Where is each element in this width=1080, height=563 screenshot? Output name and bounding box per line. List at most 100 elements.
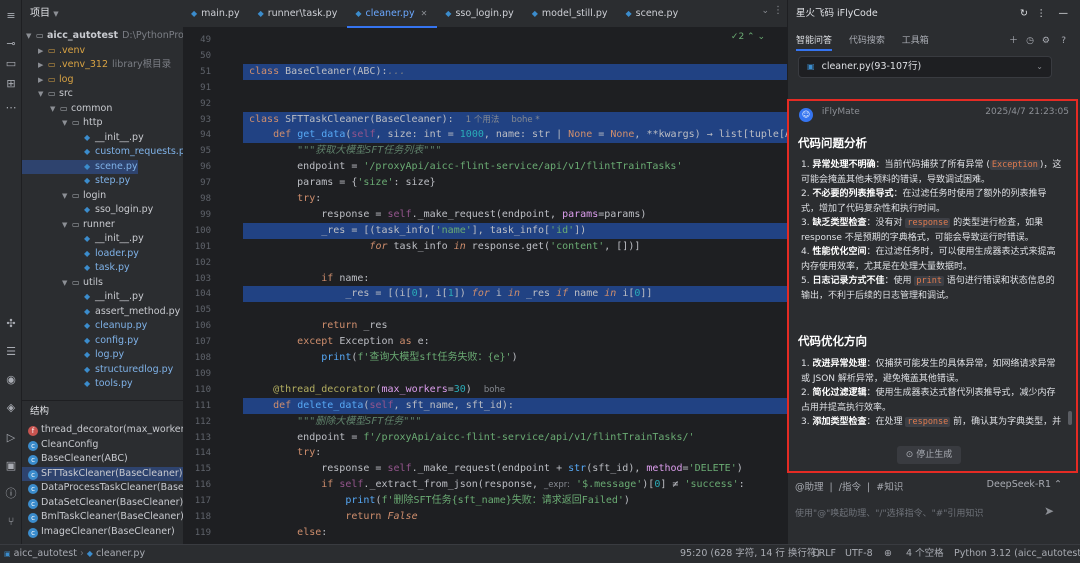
tree-item[interactable]: ◆ custom_requests.p <box>22 145 183 160</box>
editor-tab[interactable]: ◆ cleaner.py ✕ <box>347 0 438 28</box>
line-number: 49 <box>200 35 211 45</box>
list-number: 2. <box>801 189 813 199</box>
tree-item[interactable]: ▼ ▭ runner <box>22 218 115 233</box>
structure-item[interactable]: c CleanConfig <box>22 438 183 453</box>
editor-tab-label: model_still.py <box>541 8 608 19</box>
send-icon[interactable]: ➤ <box>1044 504 1054 518</box>
project-header[interactable]: 项目 ▼ <box>22 0 183 28</box>
refresh-icon[interactable]: ↻ <box>1020 0 1028 28</box>
tree-item[interactable]: ◆ tools.py <box>22 377 133 392</box>
item-title: 异常处理不明确 <box>812 160 876 170</box>
structure-item[interactable]: c SFTTaskCleaner(BaseCleaner) <box>22 466 183 481</box>
tree-item[interactable]: ▼ ▭ http <box>22 116 103 131</box>
tree-item[interactable]: ▼ ▭ src <box>22 87 73 102</box>
tag-knowledge[interactable]: #知识 <box>876 482 903 493</box>
structure-item[interactable]: c DataProcessTaskCleaner(BaseC <box>22 481 183 496</box>
status-breadcrumb[interactable]: ▣ aicc_autotest › ◆ cleaner.py <box>4 545 145 563</box>
tree-item[interactable]: ▶ ▭ .venv_312 library根目录 <box>22 58 171 73</box>
tree-item[interactable]: ▼ ▭ login <box>22 189 106 204</box>
code-line: params = {'size': size} <box>249 177 436 189</box>
options-icon[interactable]: ⋮ <box>1037 0 1047 28</box>
help-icon[interactable]: ? <box>1061 28 1066 54</box>
tree-item[interactable]: ▼ ▭ common <box>22 102 112 117</box>
tab-code-search[interactable]: 代码搜索 <box>849 36 885 46</box>
tree-item[interactable]: ◆ sso_login.py <box>22 203 153 218</box>
tree-item[interactable]: ◆ assert_method.py <box>22 305 180 320</box>
minimize-icon[interactable]: — <box>1059 0 1069 28</box>
structure-item[interactable]: c ImageCleaner(BaseCleaner) <box>22 525 183 540</box>
chat-input[interactable]: 使用"@"唤起助理、"/"选择指令、"#"引用知识 <box>795 506 1045 519</box>
line-number: 107 <box>194 337 211 348</box>
structure-item[interactable]: c DataSetCleaner(BaseCleaner) <box>22 496 183 511</box>
context-file-selector[interactable]: ▣ cleaner.py(93-107行) ⌄ <box>798 56 1052 78</box>
menu-icon[interactable]: ≡ <box>3 8 19 24</box>
tab-overflow-icon[interactable]: ⌄ <box>761 6 769 16</box>
line-number: 108 <box>194 353 211 363</box>
indent-setting[interactable]: 4 个空格 <box>906 545 944 563</box>
tree-item[interactable]: ◆ config.py <box>22 334 139 349</box>
structure-item[interactable]: f thread_decorator(max_worker <box>22 423 183 438</box>
run-icon[interactable]: ▷ <box>3 430 19 446</box>
tree-item[interactable]: ◆ cleanup.py <box>22 319 147 334</box>
editor-tab[interactable]: ◆ runner\task.py <box>250 0 348 28</box>
line-number: 92 <box>200 98 211 109</box>
tree-item[interactable]: ◆ task.py <box>22 261 130 276</box>
editor-tab[interactable]: ◆ model_still.py <box>524 0 618 28</box>
model-selector[interactable]: DeepSeek-R1 ⌃ <box>987 479 1062 490</box>
editor-tab[interactable]: ◆ main.py <box>183 0 250 28</box>
structure-item[interactable]: c BaseCleaner(ABC) <box>22 452 183 467</box>
line-separator[interactable]: CRLF <box>812 545 836 563</box>
python-icon[interactable]: ◉ <box>3 372 19 388</box>
cursor-position[interactable]: 95:20 (628 字符, 14 行 换行符) <box>680 545 820 563</box>
tree-item-path: D:\PythonProje <box>122 30 183 41</box>
stop-generate-button[interactable]: ⊙ 停止生成 <box>897 446 961 464</box>
structure-icon[interactable]: ⊞ <box>3 76 19 92</box>
chevron-down-icon: ⌄ <box>1036 62 1043 71</box>
file-encoding[interactable]: UTF-8 <box>845 545 873 563</box>
terminal-icon[interactable]: ▣ <box>3 458 19 474</box>
tag-assistant[interactable]: @助理 <box>795 482 824 493</box>
editor-tab[interactable]: ◆ sso_login.py <box>437 0 523 28</box>
structure-item[interactable]: c BmlTaskCleaner(BaseCleaner) <box>22 510 183 525</box>
tree-item[interactable]: ▼ ▭ utils <box>22 276 103 291</box>
python-interpreter[interactable]: Python 3.12 (aicc_autotest) <box>954 545 1080 563</box>
tab-chat[interactable]: 智能问答 <box>796 36 833 51</box>
tree-item[interactable]: ◆ __init__.py <box>22 131 144 146</box>
history-icon[interactable]: ◷ <box>1026 28 1034 54</box>
close-icon[interactable]: ✕ <box>421 9 428 18</box>
tab-more-icon[interactable]: ⋮ <box>773 5 783 16</box>
list-number: 1. <box>801 160 813 170</box>
tag-command[interactable]: /指令 <box>839 482 861 493</box>
more-icon[interactable]: ⋯ <box>3 100 19 116</box>
tree-item[interactable]: ◆ __init__.py <box>22 232 144 247</box>
git-icon[interactable]: ⑂ <box>3 514 19 530</box>
stop-icon: ⊙ <box>905 450 914 460</box>
list-icon[interactable]: ☰ <box>3 344 19 360</box>
tree-item[interactable]: ◆ loader.py <box>22 247 139 262</box>
folder-icon[interactable]: ▭ <box>3 56 19 72</box>
tree-item[interactable]: ◆ log.py <box>22 348 124 363</box>
readonly-lock-icon[interactable]: ⊕ <box>884 545 892 563</box>
tree-item-label: assert_method.py <box>95 305 181 317</box>
python-file-icon: ◆ <box>84 248 91 258</box>
settings-icon[interactable]: ⚙ <box>1042 28 1050 54</box>
layers-icon[interactable]: ◈ <box>3 400 19 416</box>
code-line: return _res <box>321 320 388 332</box>
tree-item[interactable]: ◆ structuredlog.py <box>22 363 173 378</box>
problems-icon[interactable]: ⓘ <box>3 486 19 502</box>
tab-toolbox[interactable]: 工具箱 <box>902 36 929 46</box>
editor-tab[interactable]: ◆ scene.py <box>618 0 689 28</box>
code-view[interactable]: class BaseCleaner(ABC):... class SFTTaskC… <box>243 28 787 544</box>
item-title: 改进异常处理 <box>812 359 867 369</box>
scrollbar-thumb[interactable] <box>1068 411 1072 425</box>
tree-item[interactable]: ▶ ▭ .venv <box>22 44 85 59</box>
tree-item[interactable]: ▶ ▭ log <box>22 73 73 88</box>
vcs-icon[interactable]: ⊸ <box>3 36 19 52</box>
plugins-icon[interactable]: ✣ <box>3 316 19 332</box>
expand-icon: ▼ <box>62 220 68 229</box>
tree-item[interactable]: ▼ ▭aicc_autotestD:\PythonProje <box>22 29 183 44</box>
tree-item[interactable]: ◆ step.py <box>22 174 130 189</box>
tree-item[interactable]: ◆ __init__.py <box>22 290 144 305</box>
add-icon[interactable]: ＋ <box>1009 28 1018 54</box>
tree-item[interactable]: ◆ scene.py <box>22 159 138 174</box>
